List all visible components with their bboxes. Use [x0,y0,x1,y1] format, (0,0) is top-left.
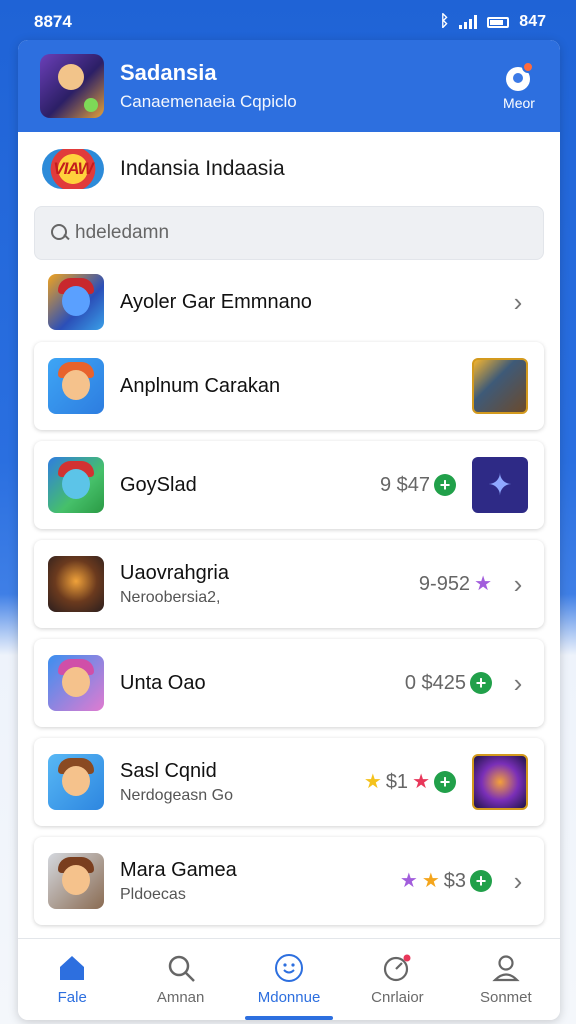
star-icon: ★ [399,870,418,892]
item-texts: Ayoler Gar Emmnano [120,291,508,314]
nav-label: Amnan [156,989,205,1006]
item-price: $1 [385,770,409,793]
chevron-right-icon[interactable]: › [508,668,528,699]
nav-home[interactable]: Fale [18,939,126,1020]
star-icon: ★ [363,771,382,793]
chevron-right-icon[interactable]: › [508,569,528,600]
search-placeholder: hdeledamn [75,222,170,243]
game-artwork [472,754,528,810]
game-thumbnail [48,274,104,330]
item-texts: Sasl Cqnid Nerdogeasn Go [120,760,364,805]
nav-label: Fale [57,989,87,1006]
game-thumbnail [48,358,104,414]
item-title: Uaovrahgria [120,561,229,584]
chevron-right-icon[interactable]: › [508,866,528,897]
nav-search[interactable]: Amnan [126,939,234,1020]
brand-row: VIAW Indansia Indaasia [18,132,560,206]
item-texts: Mara Gamea Pldoecas [120,859,400,904]
battery-icon [487,16,510,28]
item-price: 9-952 [418,572,471,595]
search-icon [51,224,69,242]
item-meta: ★ ★ $3 + [400,870,492,893]
search-input[interactable]: hdeledamn [34,206,544,260]
nav-label: Mdonnue [257,989,321,1006]
item-texts: GoySlad [120,474,380,497]
bluetooth-icon: ᛒ [439,13,450,30]
nav-discover[interactable]: Mdonnue [235,939,343,1020]
plus-icon[interactable]: + [434,474,456,496]
header-text: Sadansia Canaemenaeia Cqpiclo [120,60,494,112]
nav-label: Sonmet [479,989,532,1006]
status-bar: 8874 ᛒ 847 [0,0,576,44]
list-item[interactable]: Mara Gamea Pldoecas ★ ★ $3 + › [34,837,544,925]
list-item[interactable]: Unta Oao 0 $425 + › [34,639,544,727]
search-icon [168,955,195,982]
status-time: 8874 [34,12,72,31]
list-item[interactable]: GoySlad 9 $47 + ✦ [34,441,544,529]
nav-gauge[interactable]: Cnrlaior [343,939,451,1020]
signal-icon [459,15,478,29]
profile-icon [492,955,520,982]
item-texts: Anplnum Carakan [120,375,472,398]
star-icon: ★ [421,870,440,892]
more-button[interactable]: Meor [494,61,544,111]
nav-profile[interactable]: Sonmet [452,939,560,1020]
game-list: Ayoler Gar Emmnano › Anplnum Carakan Goy… [18,260,560,925]
item-price: $3 [443,869,466,892]
plus-icon[interactable]: + [470,672,492,694]
item-subtitle: Neroobersia2, [120,588,221,606]
battery-level: 847 [519,13,546,30]
active-tab-indicator [244,1016,334,1020]
item-texts: Unta Oao [120,672,405,695]
list-item[interactable]: Anplnum Carakan [34,342,544,430]
more-label: Meor [503,95,535,111]
plus-icon[interactable]: + [470,870,492,892]
more-icon [504,61,534,91]
header-subtitle: Canaemenaeia Cqpiclo [120,92,297,111]
chevron-right-icon[interactable]: › [508,287,528,318]
game-artwork [472,358,528,414]
app-logo [40,54,104,118]
home-icon [60,956,85,980]
list-item[interactable]: Ayoler Gar Emmnano › [34,268,544,336]
game-thumbnail [48,457,104,513]
game-thumbnail [48,655,104,711]
item-title: Unta Oao [120,671,206,694]
status-icons: ᛒ 847 [440,13,546,31]
item-subtitle: Pldoecas [120,885,186,903]
item-title: Mara Gamea [120,858,237,881]
game-thumbnail [48,754,104,810]
plus-icon[interactable]: + [434,771,456,793]
header-title: Sadansia [120,60,217,85]
item-meta: 9-952 ★ [419,573,492,596]
item-subtitle: Nerdogeasn Go [120,786,233,804]
brand-name: Indansia Indaasia [120,157,285,180]
list-item[interactable]: Sasl Cqnid Nerdogeasn Go ★ $1 ★ + [34,738,544,826]
item-price: 0 $425 [404,671,466,694]
item-meta: 9 $47 + [380,474,456,497]
item-meta: 0 $425 + [405,672,492,695]
star-icon: ★ [412,771,430,793]
list-item[interactable]: Uaovrahgria Neroobersia2, 9-952 ★ › [34,540,544,628]
compass-icon [275,954,304,982]
item-texts: Uaovrahgria Neroobersia2, [120,562,419,607]
game-thumbnail [48,853,104,909]
item-title: Anplnum Carakan [120,374,281,397]
item-title: Ayoler Gar Emmnano [120,290,312,313]
bottom-nav: Fale Amnan Mdonnue Cnrlaior Sonmet [18,938,560,1020]
game-thumbnail [48,556,104,612]
game-artwork: ✦ [472,457,528,513]
brand-logo: VIAW [42,149,104,189]
app-header: Sadansia Canaemenaeia Cqpiclo Meor [18,40,560,132]
item-meta: ★ $1 ★ + [364,771,456,794]
item-title: GoySlad [120,473,197,496]
star-icon: ★ [474,573,492,595]
gauge-icon [384,954,411,982]
app-window: Sadansia Canaemenaeia Cqpiclo Meor VIAW … [18,40,560,1020]
item-title: Sasl Cqnid [120,759,217,782]
item-price: 9 $47 [379,473,430,496]
nav-label: Cnrlaior [371,989,424,1006]
